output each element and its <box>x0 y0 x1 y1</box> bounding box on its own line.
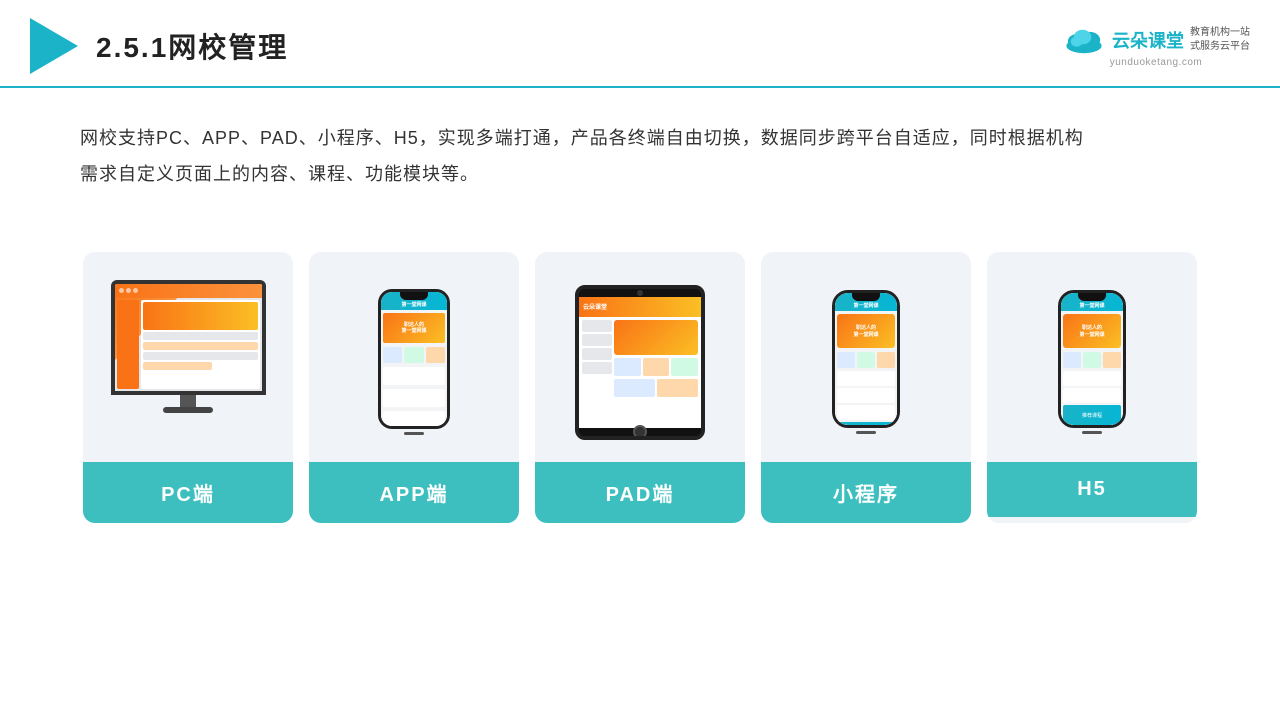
cloud-icon <box>1062 25 1106 55</box>
pc-card: PC端 <box>83 252 293 523</box>
cloud-logo: 云朵课堂 教育机构一站式服务云平台 <box>1062 25 1250 55</box>
logo-triangle-icon <box>30 18 78 74</box>
app-phone-icon: 职达人的第一堂网课 职达人的第一堂网课 <box>378 289 450 435</box>
brand-tagline: 教育机构一站式服务云平台 <box>1190 26 1250 54</box>
pc-monitor-icon <box>103 280 273 445</box>
description-paragraph: 网校支持PC、APP、PAD、小程序、H5，实现多端打通，产品各终端自由切换，数… <box>80 120 1200 192</box>
pad-label: PAD端 <box>535 462 745 523</box>
app-card: 职达人的第一堂网课 职达人的第一堂网课 <box>309 252 519 523</box>
app-label: APP端 <box>309 462 519 523</box>
pad-tablet-icon: 云朵课堂 <box>575 285 705 440</box>
header-right: 云朵课堂 教育机构一站式服务云平台 yunduoketang.com <box>1062 25 1250 68</box>
description-text: 网校支持PC、APP、PAD、小程序、H5，实现多端打通，产品各终端自由切换，数… <box>0 88 1280 212</box>
header: 2.5.1网校管理 云朵课堂 教育机构一站式服务云平台 yunduoketang… <box>0 0 1280 88</box>
header-left: 2.5.1网校管理 <box>30 18 288 74</box>
pc-label: PC端 <box>83 462 293 523</box>
cards-container: PC端 职达人的第一堂网课 职达人的第一堂网课 <box>0 222 1280 563</box>
pad-image-area: 云朵课堂 <box>535 252 745 462</box>
brand-url: yunduoketang.com <box>1110 57 1203 68</box>
h5-card: 职达人的第一堂网课 职达人的第一堂网课 <box>987 252 1197 523</box>
miniprogram-label: 小程序 <box>761 462 971 523</box>
pc-image-area <box>83 252 293 462</box>
brand-name: 云朵课堂 <box>1112 27 1184 53</box>
h5-phone-icon: 职达人的第一堂网课 职达人的第一堂网课 <box>1058 290 1126 434</box>
page-title: 2.5.1网校管理 <box>96 26 288 66</box>
miniprogram-image-area: 职达人的第一堂网课 职达人的第一堂网课 <box>761 252 971 462</box>
pad-card: 云朵课堂 <box>535 252 745 523</box>
h5-image-area: 职达人的第一堂网课 职达人的第一堂网课 <box>987 252 1197 462</box>
app-image-area: 职达人的第一堂网课 职达人的第一堂网课 <box>309 252 519 462</box>
h5-label: H5 <box>987 462 1197 517</box>
miniprogram-card: 职达人的第一堂网课 职达人的第一堂网课 <box>761 252 971 523</box>
miniprogram-phone-icon: 职达人的第一堂网课 职达人的第一堂网课 <box>832 290 900 434</box>
